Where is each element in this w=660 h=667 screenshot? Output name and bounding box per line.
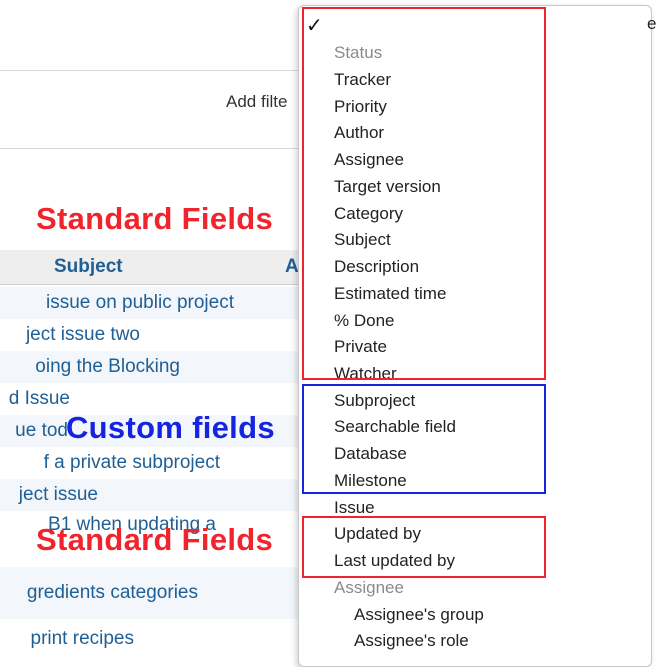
divider bbox=[0, 148, 300, 149]
menu-item-category[interactable]: Category bbox=[334, 203, 403, 225]
menu-item-priority[interactable]: Priority bbox=[334, 96, 387, 118]
issue-subject-link[interactable]: ue tod bbox=[15, 419, 68, 443]
annotation-custom-fields: Custom fields bbox=[66, 410, 275, 445]
annotation-standard-fields-bottom: Standard Fields bbox=[36, 522, 274, 557]
menu-item-database[interactable]: Database bbox=[334, 443, 407, 465]
column-header-assignee[interactable]: A bbox=[285, 256, 299, 278]
menu-item-tracker[interactable]: Tracker bbox=[334, 69, 391, 91]
menu-item-issue[interactable]: Issue bbox=[334, 497, 375, 519]
table-row[interactable]: oing the Blocking bbox=[0, 351, 300, 383]
menu-item-updated-by[interactable]: Updated by bbox=[334, 523, 421, 545]
menu-item-target-version[interactable]: Target version bbox=[334, 176, 441, 198]
table-row[interactable]: issue on public project bbox=[0, 287, 300, 319]
issue-subject-link[interactable]: oing the Blocking bbox=[35, 355, 180, 379]
menu-item-assignees-role[interactable]: Assignee's role bbox=[354, 630, 469, 652]
menu-item-assignee[interactable]: Assignee bbox=[334, 149, 404, 171]
issues-table-header: Subject A bbox=[0, 250, 300, 285]
checkmark-icon: ✓ bbox=[306, 15, 323, 37]
menu-group-status: Status bbox=[334, 43, 383, 62]
issue-subject-link[interactable]: f a private subproject bbox=[44, 451, 220, 475]
menu-item-done-ratio[interactable]: % Done bbox=[334, 310, 394, 332]
table-row[interactable]: gredients categories bbox=[0, 567, 300, 619]
menu-item-last-updated-by[interactable]: Last updated by bbox=[334, 550, 455, 572]
issue-subject-link[interactable]: gredients categories bbox=[27, 581, 198, 605]
table-row[interactable]: print recipes bbox=[0, 622, 300, 656]
issue-subject-link[interactable]: d Issue bbox=[9, 387, 70, 411]
table-row[interactable]: f a private subproject bbox=[0, 447, 300, 479]
menu-item-author[interactable]: Author bbox=[334, 122, 384, 144]
divider bbox=[0, 70, 300, 71]
menu-item-subproject[interactable]: Subproject bbox=[334, 390, 415, 412]
table-row[interactable]: ject issue bbox=[0, 479, 300, 511]
menu-item-watcher[interactable]: Watcher bbox=[334, 363, 397, 385]
truncated-label: e bbox=[647, 14, 657, 33]
issue-subject-link[interactable]: print recipes bbox=[31, 627, 135, 651]
issue-subject-link[interactable]: issue on public project bbox=[46, 291, 234, 315]
menu-item-description[interactable]: Description bbox=[334, 256, 419, 278]
menu-item-subject[interactable]: Subject bbox=[334, 229, 391, 251]
column-header-subject[interactable]: Subject bbox=[54, 256, 123, 278]
annotation-standard-fields-top: Standard Fields bbox=[36, 201, 274, 236]
add-filter-label: Add filte bbox=[226, 92, 288, 111]
issue-subject-link[interactable]: ject issue bbox=[19, 483, 98, 507]
menu-item-assignees-group[interactable]: Assignee's group bbox=[354, 604, 484, 626]
issue-subject-link[interactable]: ject issue two bbox=[26, 323, 140, 347]
menu-item-private[interactable]: Private bbox=[334, 336, 387, 358]
menu-item-estimated-time[interactable]: Estimated time bbox=[334, 283, 446, 305]
menu-item-searchable-field[interactable]: Searchable field bbox=[334, 416, 456, 438]
menu-item-milestone[interactable]: Milestone bbox=[334, 470, 407, 492]
menu-group-assignee: Assignee bbox=[334, 578, 404, 597]
table-row[interactable]: ject issue two bbox=[0, 319, 300, 351]
